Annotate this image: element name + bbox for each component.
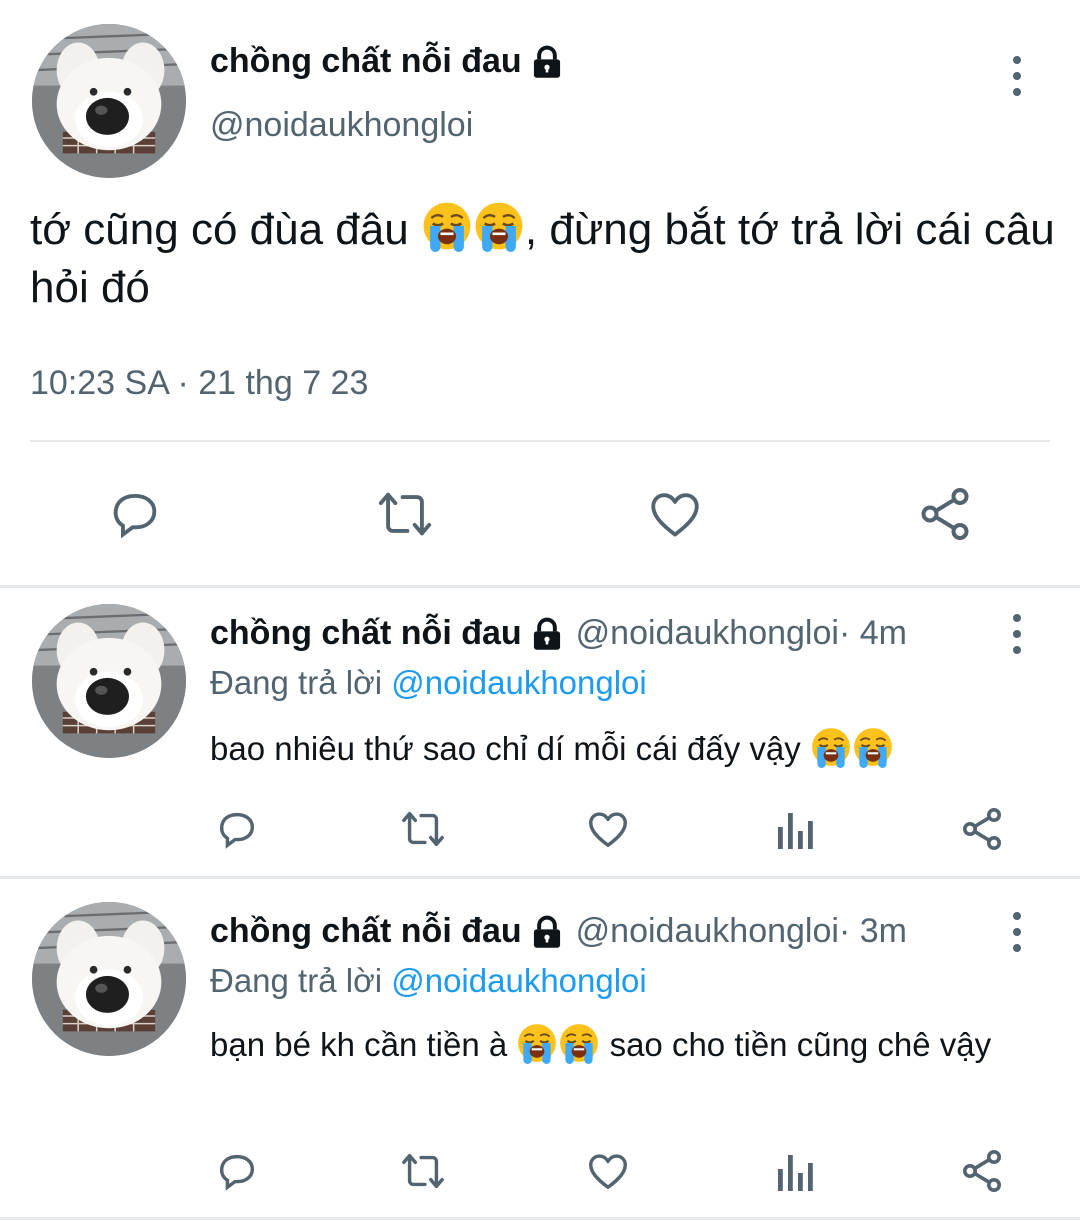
analytics-icon [778,1155,813,1191]
share-icon [921,488,969,540]
share-button[interactable] [912,482,978,546]
share-button[interactable] [956,804,1008,854]
reply-text: bạn bé kh cần tiền à sao cho tiền cũng c… [210,1022,1050,1068]
tweet-timestamp[interactable]: 10:23 SA · 21 thg 7 23 [30,364,368,403]
more-options-icon[interactable] [1002,614,1032,654]
share-button[interactable] [956,1146,1008,1196]
analytics-button[interactable] [772,804,820,854]
lock-icon [530,617,564,651]
section-divider [0,1217,1080,1220]
replying-to-label: Đang trả lời [210,962,392,999]
loudly-crying-face-emoji [558,1022,600,1064]
retweet-button[interactable] [394,804,452,854]
replying-to: Đang trả lời @noidaukhongloi [210,962,647,1000]
retweet-button[interactable] [368,482,442,546]
user-handle[interactable]: @noidaukhongloi [210,106,473,145]
display-name-text: chồng chất nỗi đau [210,42,522,80]
avatar[interactable] [32,902,186,1056]
tweet-text: tớ cũng có đùa đâu , đừng bắt tớ trả lời… [30,200,1070,317]
retweet-icon [378,492,432,536]
section-divider [0,876,1080,879]
reply-button[interactable] [210,1146,264,1196]
replying-to-mention[interactable]: @noidaukhongloi [391,664,647,701]
user-handle[interactable]: @noidaukhongloi [576,912,839,951]
retweet-icon [402,811,444,847]
dog-avatar-image [32,24,186,178]
replying-to-label: Đang trả lời [210,664,392,701]
like-button[interactable] [582,804,634,854]
like-button[interactable] [642,482,708,546]
reply-icon [219,812,255,849]
reply-text-part2: sao cho tiền cũng chê vậy [600,1026,992,1063]
loudly-crying-face-emoji [852,726,894,768]
loudly-crying-face-emoji [473,200,525,252]
reply-header: chồng chất nỗi đau @noidaukhongloi · 3m [210,912,907,951]
dog-avatar-image [32,902,186,1056]
lock-icon [530,915,564,949]
loudly-crying-face-emoji [516,1022,558,1064]
display-name[interactable]: chồng chất nỗi đau [210,912,522,951]
lock-icon [530,45,564,79]
share-icon [963,1150,1001,1192]
replying-to: Đang trả lời @noidaukhongloi [210,664,647,702]
section-divider [0,585,1080,588]
reply-text-part1: bao nhiêu thứ sao chỉ dí mỗi cái đấy vậy [210,730,810,767]
heart-icon [589,812,627,848]
share-icon [963,808,1001,850]
display-name[interactable]: chồng chất nỗi đau [210,614,522,653]
loudly-crying-face-emoji [810,726,852,768]
reply-button[interactable] [100,482,170,546]
reply-icon [219,1154,255,1191]
tweet-text-part1: tớ cũng có đùa đâu [30,205,421,254]
more-options-icon[interactable] [1002,56,1032,96]
reply-header: chồng chất nỗi đau @noidaukhongloi · 4m [210,614,907,653]
reply-text-part1: bạn bé kh cần tiền à [210,1026,517,1063]
retweet-button[interactable] [394,1146,452,1196]
user-handle[interactable]: @noidaukhongloi [576,614,839,653]
dog-avatar-image [32,604,186,758]
display-name[interactable]: chồng chất nỗi đau [210,42,564,81]
analytics-button[interactable] [772,1146,820,1196]
avatar[interactable] [32,24,186,178]
reply-time[interactable]: · 4m [839,614,907,653]
retweet-icon [402,1153,444,1189]
reply-time[interactable]: · 3m [839,912,907,951]
analytics-icon [778,813,813,849]
replying-to-mention[interactable]: @noidaukhongloi [391,962,647,999]
heart-icon [589,1154,627,1190]
avatar[interactable] [32,604,186,758]
loudly-crying-face-emoji [421,200,473,252]
more-options-icon[interactable] [1002,912,1032,952]
divider [30,440,1050,442]
like-button[interactable] [582,1146,634,1196]
heart-icon [651,493,699,537]
reply-text: bao nhiêu thứ sao chỉ dí mỗi cái đấy vậy [210,726,1050,771]
reply-button[interactable] [210,804,264,854]
reply-icon [113,493,157,539]
